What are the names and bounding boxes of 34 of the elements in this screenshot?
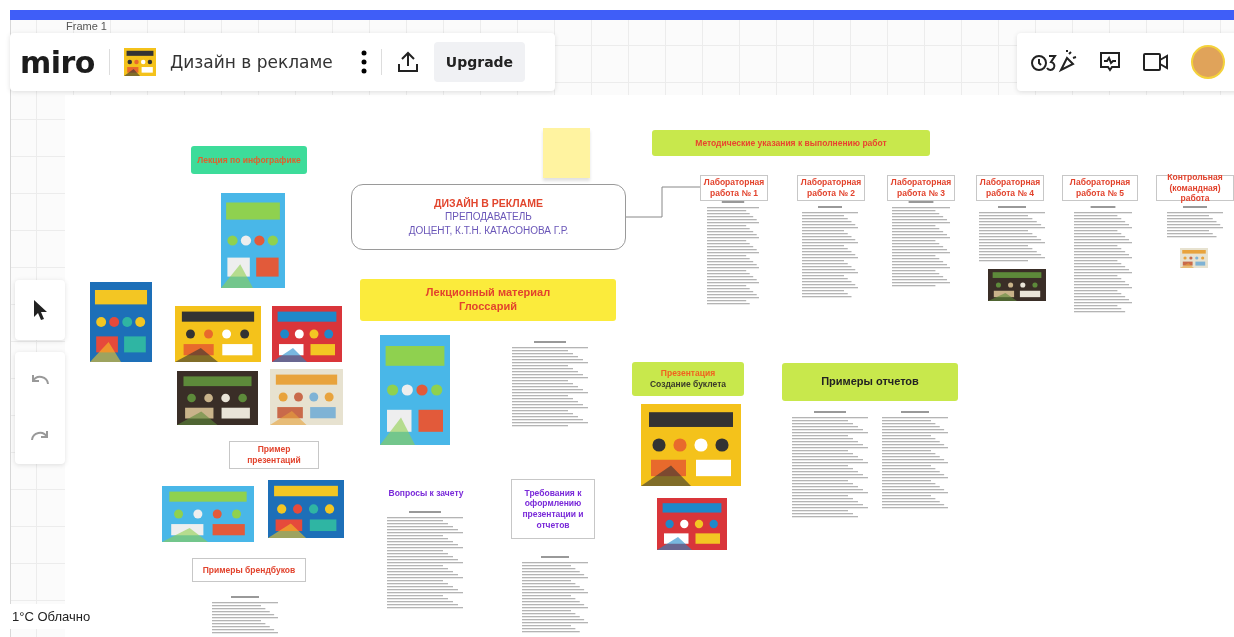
label-text: Лабораторная работа № 4 xyxy=(979,177,1041,199)
label-text: Пример презентаций xyxy=(246,444,302,466)
more-icon[interactable] xyxy=(360,50,367,74)
label-text: Методические указания к выполнению работ xyxy=(695,137,887,149)
label-text: Примеры брендбуков xyxy=(202,564,296,576)
label-text: Лабораторная работа № 2 xyxy=(800,177,862,199)
label-text: ДОЦЕНТ, К.Т.Н. КАТАСОНОВА Г.Р. xyxy=(408,224,569,239)
logo[interactable]: miro xyxy=(20,44,95,80)
video-icon[interactable] xyxy=(1143,52,1169,72)
label-text: Презентация xyxy=(660,368,716,379)
label-text: ПРЕПОДАВАТЕЛЬ xyxy=(445,210,532,225)
document-drawing xyxy=(210,595,280,635)
upgrade-button[interactable]: Upgrade xyxy=(433,42,526,82)
label-text: ДИЗАЙН В РЕКЛАМЕ xyxy=(434,195,543,211)
chat-icon[interactable] xyxy=(1099,51,1121,73)
label-text: Вопросы к зачету xyxy=(388,487,464,499)
label-text: Контрольная (командная) работа xyxy=(1166,172,1224,204)
reactions-icon[interactable] xyxy=(1031,50,1077,74)
pointer-icon[interactable] xyxy=(32,299,48,321)
label-text: Примеры отчетов xyxy=(821,375,919,389)
label-text: Лабораторная работа № 5 xyxy=(1068,177,1132,199)
label-text: Создание буклета xyxy=(650,379,726,390)
label-text: Лабораторная работа № 1 xyxy=(703,177,765,199)
label-text: Лекционный материал xyxy=(425,286,551,300)
frame-title: Frame 1 xyxy=(66,20,107,32)
undo-icon[interactable] xyxy=(30,373,50,387)
document-drawing xyxy=(1165,205,1225,239)
label-text: Лекция по инфографике xyxy=(197,154,301,166)
label-text: Глоссарий xyxy=(459,300,517,314)
label-text: Требования к оформлению презентации и отчетов xyxy=(521,487,585,531)
redo-icon[interactable] xyxy=(30,429,50,443)
share-icon[interactable] xyxy=(395,50,420,74)
board-title[interactable]: Дизайн в рекламе xyxy=(169,52,333,72)
label-text: Лабораторная работа № 3 xyxy=(890,177,952,199)
